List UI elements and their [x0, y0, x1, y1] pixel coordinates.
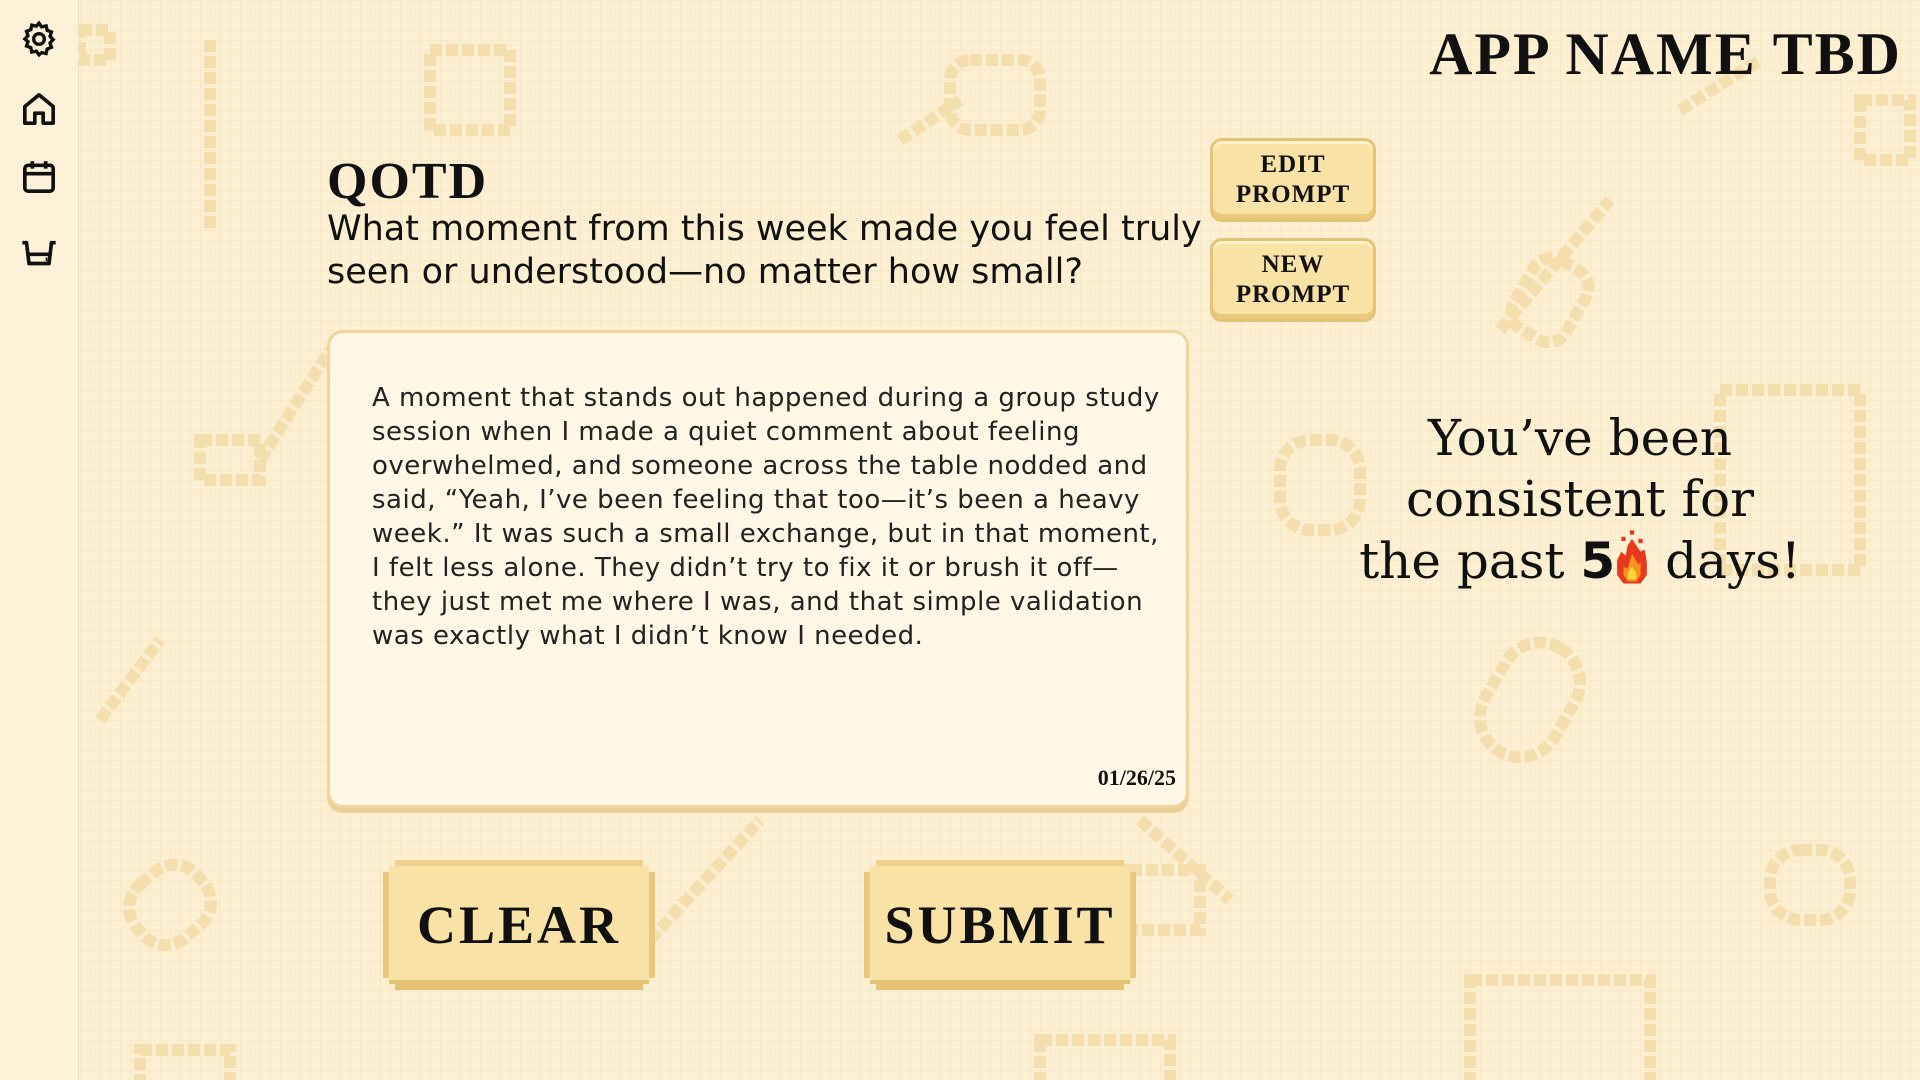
basket-icon	[22, 240, 56, 266]
streak-line2: consistent for	[1406, 470, 1754, 528]
streak-prefix: the past	[1359, 532, 1565, 590]
streak-count: 5	[1580, 532, 1616, 590]
calendar-button[interactable]	[14, 152, 64, 202]
streak-line3: the past 5 days!	[1330, 530, 1830, 592]
sidebar	[0, 0, 79, 1080]
qotd-label: QOTD	[327, 153, 489, 210]
new-prompt-label-line2: PROMPT	[1235, 281, 1351, 308]
home-icon	[23, 93, 56, 125]
clear-button-label: CLEAR	[416, 895, 622, 955]
submit-button[interactable]: SUBMIT	[864, 860, 1136, 990]
calendar-icon	[23, 161, 55, 193]
gear-icon	[22, 20, 56, 58]
streak-message: You’ve been consistent for the past 5 da…	[1330, 408, 1830, 592]
streak-suffix: days!	[1665, 532, 1801, 590]
edit-prompt-label-line1: EDIT	[1260, 151, 1326, 178]
question-text: What moment from this week made you feel…	[327, 209, 1202, 292]
home-button[interactable]	[14, 84, 64, 134]
app-title: APP NAME TBD	[1429, 21, 1902, 87]
shop-button[interactable]	[14, 226, 64, 276]
journal-entry-text[interactable]: A moment that stands out happened during…	[372, 381, 1162, 653]
entry-date: 01/26/25	[1097, 765, 1176, 790]
new-prompt-button[interactable]: NEW PROMPT	[1210, 238, 1376, 322]
fire-icon	[1617, 530, 1648, 584]
settings-button[interactable]	[14, 14, 64, 64]
journal-entry-card[interactable]: A moment that stands out happened during…	[327, 330, 1189, 808]
edit-prompt-label-line2: PROMPT	[1235, 181, 1351, 208]
clear-button[interactable]: CLEAR	[383, 860, 655, 990]
edit-prompt-button[interactable]: EDIT PROMPT	[1210, 138, 1376, 222]
new-prompt-label-line1: NEW	[1261, 251, 1325, 278]
submit-button-label: SUBMIT	[884, 895, 1116, 955]
streak-line1: You’ve been	[1428, 409, 1732, 467]
